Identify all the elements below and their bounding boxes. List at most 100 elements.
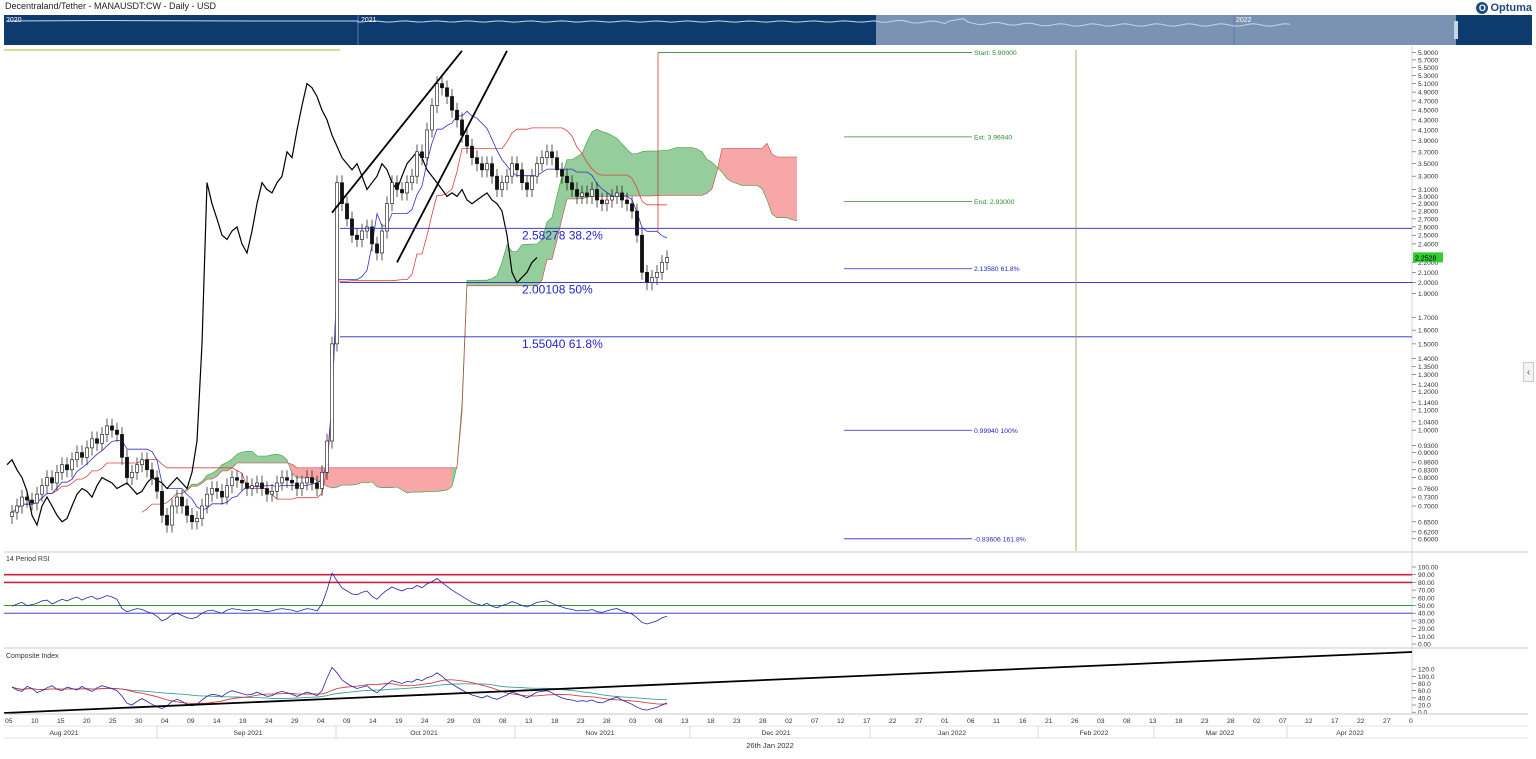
candle[interactable] xyxy=(385,203,389,232)
candle[interactable] xyxy=(650,277,654,283)
candle[interactable] xyxy=(510,163,514,177)
candle[interactable] xyxy=(395,182,399,190)
candle[interactable] xyxy=(605,199,609,204)
candle[interactable] xyxy=(45,477,49,487)
candle[interactable] xyxy=(560,169,564,177)
candle[interactable] xyxy=(525,182,529,190)
candle[interactable] xyxy=(645,272,649,283)
candle[interactable] xyxy=(495,175,499,190)
candle[interactable] xyxy=(215,488,219,492)
candle[interactable] xyxy=(635,210,639,236)
candle[interactable] xyxy=(65,464,69,471)
candle[interactable] xyxy=(230,477,234,487)
candle[interactable] xyxy=(240,479,244,484)
candle[interactable] xyxy=(565,175,569,184)
candle[interactable] xyxy=(515,163,519,171)
candle[interactable] xyxy=(425,129,429,158)
candle[interactable] xyxy=(40,485,44,495)
chart-area[interactable]: 5.90005.70005.50005.30005.1000 4.90004.70… xyxy=(4,46,1528,758)
candle[interactable] xyxy=(275,482,279,492)
candle[interactable] xyxy=(130,472,134,478)
candle[interactable] xyxy=(400,189,404,194)
candle[interactable] xyxy=(210,488,214,495)
candle[interactable] xyxy=(420,151,424,158)
candle[interactable] xyxy=(250,485,254,489)
candle[interactable] xyxy=(320,472,324,489)
candle[interactable] xyxy=(180,496,184,507)
candle[interactable] xyxy=(190,515,194,523)
candle[interactable] xyxy=(175,496,179,507)
candle[interactable] xyxy=(455,109,459,121)
candle[interactable] xyxy=(620,192,624,201)
candle[interactable] xyxy=(300,482,304,489)
candle[interactable] xyxy=(370,226,374,245)
candle[interactable] xyxy=(160,491,164,516)
candle[interactable] xyxy=(135,464,139,473)
candle[interactable] xyxy=(505,175,509,184)
candle[interactable] xyxy=(665,257,669,263)
candle[interactable] xyxy=(265,488,269,495)
candle[interactable] xyxy=(550,151,554,158)
candle[interactable] xyxy=(125,457,129,478)
candle[interactable] xyxy=(55,472,59,484)
candle[interactable] xyxy=(120,434,124,458)
candle[interactable] xyxy=(440,83,444,89)
candle[interactable] xyxy=(585,192,589,197)
candle[interactable] xyxy=(630,203,634,212)
candle[interactable] xyxy=(260,482,264,489)
candle[interactable] xyxy=(145,459,149,471)
candle[interactable] xyxy=(470,145,474,158)
candle[interactable] xyxy=(295,482,299,489)
ci-trend-line[interactable] xyxy=(4,651,1413,714)
candle[interactable] xyxy=(330,343,334,442)
candle[interactable] xyxy=(325,440,329,473)
candle[interactable] xyxy=(205,493,209,507)
candle[interactable] xyxy=(15,505,19,513)
candle[interactable] xyxy=(500,182,504,190)
candle[interactable] xyxy=(100,434,104,444)
candle[interactable] xyxy=(600,199,604,204)
candle[interactable] xyxy=(20,496,24,507)
candle[interactable] xyxy=(575,189,579,197)
candle[interactable] xyxy=(535,163,539,177)
candle[interactable] xyxy=(660,262,664,273)
candle[interactable] xyxy=(595,189,599,201)
navigator-handle[interactable] xyxy=(1454,21,1458,39)
rsi-line[interactable] xyxy=(11,572,668,625)
candle[interactable] xyxy=(310,477,314,484)
candle[interactable] xyxy=(460,119,464,136)
candle[interactable] xyxy=(450,96,454,111)
candle[interactable] xyxy=(35,493,39,504)
candle[interactable] xyxy=(375,243,379,254)
candle[interactable] xyxy=(165,515,169,526)
rsi-panel[interactable]: 14 Period RSI 100.0090.0080.0070.0060.005… xyxy=(4,556,1528,649)
candle[interactable] xyxy=(520,169,524,184)
price-panel[interactable]: 5.90005.70005.50005.30005.1000 4.90004.70… xyxy=(4,46,1528,714)
candle[interactable] xyxy=(270,491,274,495)
candle[interactable] xyxy=(640,234,644,273)
candle[interactable] xyxy=(475,157,479,164)
candle[interactable] xyxy=(60,464,64,473)
candle[interactable] xyxy=(345,203,349,220)
candle[interactable] xyxy=(305,477,309,484)
candle[interactable] xyxy=(80,452,84,458)
candle[interactable] xyxy=(95,438,99,444)
timeline-navigator[interactable]: 2020 2021 2022 xyxy=(4,15,1532,45)
candle[interactable] xyxy=(480,163,484,171)
candle[interactable] xyxy=(380,230,384,254)
candle[interactable] xyxy=(195,518,199,523)
candle[interactable] xyxy=(410,175,414,184)
candle[interactable] xyxy=(540,157,544,164)
candle[interactable] xyxy=(590,189,594,197)
candle[interactable] xyxy=(105,425,109,435)
candle[interactable] xyxy=(140,459,144,465)
candle[interactable] xyxy=(155,477,159,492)
candle[interactable] xyxy=(70,459,74,471)
candle[interactable] xyxy=(50,477,54,484)
candle[interactable] xyxy=(615,192,619,197)
candle[interactable] xyxy=(30,499,34,504)
candle[interactable] xyxy=(365,226,369,232)
candle[interactable] xyxy=(315,482,319,489)
candle[interactable] xyxy=(10,511,14,517)
candle[interactable] xyxy=(225,485,229,498)
